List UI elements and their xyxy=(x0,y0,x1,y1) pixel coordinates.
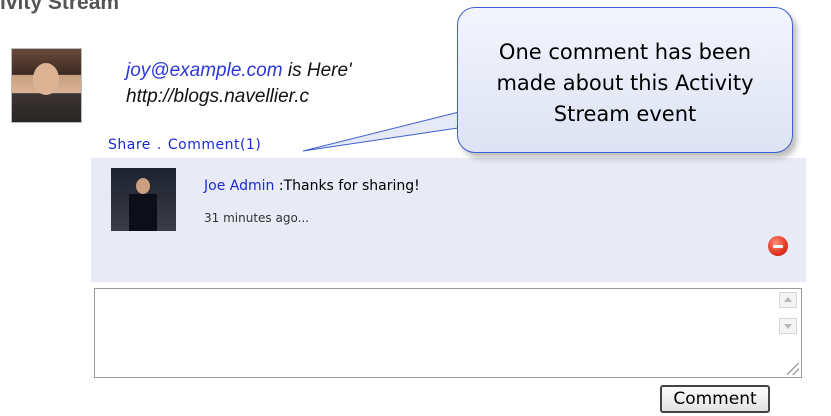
callout-tooltip: One comment has been made about this Act… xyxy=(457,7,793,153)
